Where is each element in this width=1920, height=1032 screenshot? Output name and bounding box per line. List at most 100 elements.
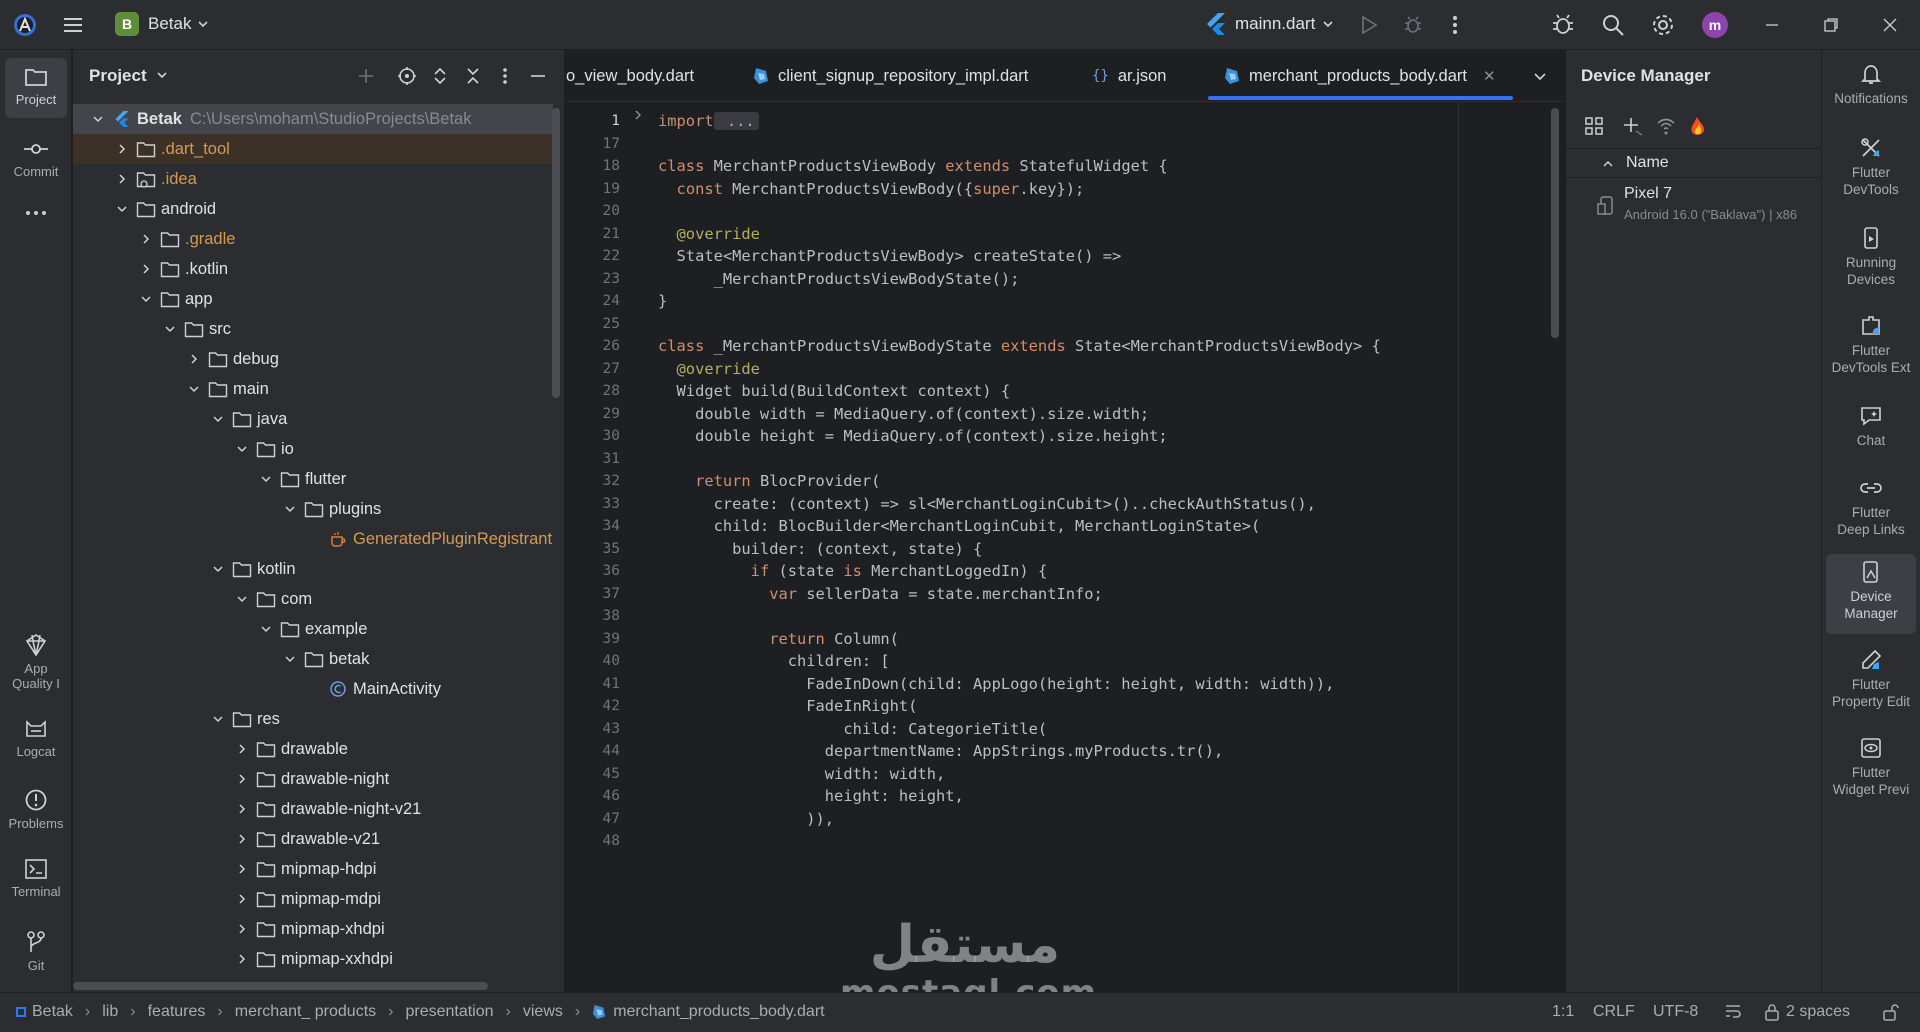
tool-chat-button[interactable]: Chat bbox=[1826, 398, 1916, 460]
minimize-window-icon[interactable] bbox=[1757, 10, 1787, 40]
tabs-dropdown-button[interactable] bbox=[1533, 50, 1547, 101]
run-config-selector[interactable]: mainn.dart bbox=[1205, 12, 1334, 36]
tool-flutter-devtools-ext-button[interactable]: Flutter DevTools Ext bbox=[1826, 308, 1916, 388]
chevron-down-icon[interactable] bbox=[209, 710, 227, 728]
tree-item[interactable]: mipmap-mdpi bbox=[73, 884, 553, 914]
tab-view-body[interactable]: o_view_body.dart bbox=[566, 50, 694, 101]
folded-imports[interactable]: ... bbox=[713, 112, 759, 130]
chevron-right-icon[interactable] bbox=[233, 860, 251, 878]
chevron-down-icon[interactable] bbox=[233, 440, 251, 458]
chevron-right-icon[interactable] bbox=[113, 170, 131, 188]
tree-item[interactable]: mipmap-xxxhdpi bbox=[73, 974, 553, 982]
chevron-down-icon[interactable] bbox=[137, 290, 155, 308]
chevron-right-icon[interactable] bbox=[137, 260, 155, 278]
chevron-right-icon[interactable] bbox=[137, 230, 155, 248]
read-only-toggle-icon[interactable] bbox=[1882, 1003, 1900, 1021]
tree-item[interactable]: GeneratedPluginRegistrant. bbox=[73, 524, 553, 554]
tool-device-manager-button[interactable]: Device Manager bbox=[1826, 554, 1916, 634]
tree-item[interactable]: kotlin bbox=[73, 554, 553, 584]
chevron-right-icon[interactable] bbox=[185, 350, 203, 368]
tree-item[interactable]: .idea bbox=[73, 164, 553, 194]
user-avatar[interactable]: m bbox=[1702, 12, 1728, 38]
tree-item[interactable]: .dart_tool bbox=[73, 134, 553, 164]
tree-item[interactable]: io bbox=[73, 434, 553, 464]
tool-flutter-devtools-button[interactable]: Flutter DevTools bbox=[1826, 130, 1916, 210]
column-name-header[interactable]: Name bbox=[1626, 154, 1669, 172]
tree-horizontal-scrollbar[interactable] bbox=[73, 982, 488, 990]
tab-client-signup-repository[interactable]: client_signup_repository_impl.dart bbox=[753, 50, 1028, 101]
tool-project-button[interactable]: Project bbox=[5, 58, 67, 118]
chevron-right-icon[interactable] bbox=[233, 950, 251, 968]
soft-wrap-icon[interactable] bbox=[1724, 1003, 1742, 1019]
tool-notifications-button[interactable]: Notifications bbox=[1826, 56, 1916, 118]
tool-flutter-deep-links-button[interactable]: Flutter Deep Links bbox=[1826, 470, 1916, 550]
breadcrumb-item-views[interactable]: views bbox=[523, 1003, 563, 1021]
chevron-down-icon[interactable] bbox=[281, 500, 299, 518]
chevron-right-icon[interactable] bbox=[113, 140, 131, 158]
tool-flutter-widget-preview-button[interactable]: Flutter Widget Previ bbox=[1826, 730, 1916, 810]
tree-item[interactable]: drawable bbox=[73, 734, 553, 764]
tree-item[interactable]: mipmap-xxhdpi bbox=[73, 944, 553, 974]
restore-window-icon[interactable] bbox=[1816, 10, 1846, 40]
run-icon[interactable] bbox=[1354, 10, 1384, 40]
breadcrumb-item-lib[interactable]: lib bbox=[102, 1003, 118, 1021]
tree-item[interactable]: res bbox=[73, 704, 553, 734]
tree-root-betak[interactable]: Betak C:\Users\moham\StudioProjects\Beta… bbox=[73, 104, 553, 134]
tree-vertical-scrollbar[interactable] bbox=[552, 108, 560, 398]
close-window-icon[interactable] bbox=[1875, 10, 1905, 40]
tree-item[interactable]: flutter bbox=[73, 464, 553, 494]
code-area[interactable]: import ... class MerchantProductsViewBody… bbox=[658, 102, 1558, 992]
chevron-down-icon[interactable] bbox=[257, 620, 275, 638]
tree-item[interactable]: .gradle bbox=[73, 224, 553, 254]
tree-item[interactable]: mipmap-hdpi bbox=[73, 854, 553, 884]
tree-item[interactable]: .kotlin bbox=[73, 254, 553, 284]
tool-logcat-button[interactable]: Logcat bbox=[5, 710, 67, 770]
tree-item[interactable]: MainActivity bbox=[73, 674, 553, 704]
close-tab-icon[interactable]: ✕ bbox=[1483, 67, 1496, 85]
chevron-down-icon[interactable] bbox=[257, 470, 275, 488]
tool-flutter-property-editor-button[interactable]: Flutter Property Edit bbox=[1826, 642, 1916, 722]
tool-problems-button[interactable]: Problems bbox=[5, 780, 67, 840]
tree-item[interactable]: example bbox=[73, 614, 553, 644]
tree-item[interactable]: com bbox=[73, 584, 553, 614]
more-tools-button[interactable] bbox=[5, 200, 67, 240]
chevron-down-icon[interactable] bbox=[233, 590, 251, 608]
debug-icon[interactable] bbox=[1398, 10, 1428, 40]
tree-item[interactable]: src bbox=[73, 314, 553, 344]
project-switcher[interactable]: B Betak bbox=[115, 12, 209, 36]
chevron-down-icon[interactable] bbox=[209, 560, 227, 578]
chevron-right-icon[interactable] bbox=[233, 770, 251, 788]
tool-running-devices-button[interactable]: Running Devices bbox=[1826, 220, 1916, 300]
tool-app-quality-button[interactable]: App Quality I bbox=[5, 625, 67, 693]
chevron-right-icon[interactable] bbox=[233, 800, 251, 818]
tree-item[interactable]: drawable-v21 bbox=[73, 824, 553, 854]
device-grid-icon[interactable] bbox=[1582, 114, 1606, 138]
new-file-icon[interactable] bbox=[354, 64, 378, 88]
chevron-right-icon[interactable] bbox=[233, 890, 251, 908]
chevron-right-icon[interactable] bbox=[233, 740, 251, 758]
more-actions-icon[interactable] bbox=[1440, 10, 1470, 40]
settings-gear-icon[interactable] bbox=[1648, 10, 1678, 40]
expand-all-icon[interactable] bbox=[428, 64, 452, 88]
sort-ascending-icon[interactable] bbox=[1602, 158, 1614, 170]
chevron-down-icon[interactable] bbox=[161, 320, 179, 338]
tree-item[interactable]: plugins bbox=[73, 494, 553, 524]
breadcrumb-item-presentation[interactable]: presentation bbox=[405, 1003, 493, 1021]
file-encoding[interactable]: UTF-8 bbox=[1653, 1003, 1698, 1021]
breadcrumb-item-project[interactable]: Betak bbox=[32, 1003, 73, 1021]
chevron-down-icon[interactable] bbox=[281, 650, 299, 668]
tool-terminal-button[interactable]: Terminal bbox=[5, 850, 67, 910]
locate-file-icon[interactable] bbox=[395, 64, 419, 88]
tree-item[interactable]: drawable-night-v21 bbox=[73, 794, 553, 824]
breadcrumb-item-merchant-products[interactable]: merchant_ products bbox=[235, 1003, 376, 1021]
collapse-all-icon[interactable] bbox=[461, 64, 485, 88]
tree-item[interactable]: android bbox=[73, 194, 553, 224]
chevron-down-icon[interactable] bbox=[185, 380, 203, 398]
tool-commit-button[interactable]: Commit bbox=[5, 130, 67, 190]
breadcrumb-item-features[interactable]: features bbox=[148, 1003, 206, 1021]
tree-item[interactable]: mipmap-xhdpi bbox=[73, 914, 553, 944]
tree-item[interactable]: debug bbox=[73, 344, 553, 374]
breadcrumb-item-file[interactable]: merchant_products_body.dart bbox=[613, 1003, 824, 1021]
chevron-right-icon[interactable] bbox=[233, 830, 251, 848]
chevron-down-icon[interactable] bbox=[89, 110, 107, 128]
